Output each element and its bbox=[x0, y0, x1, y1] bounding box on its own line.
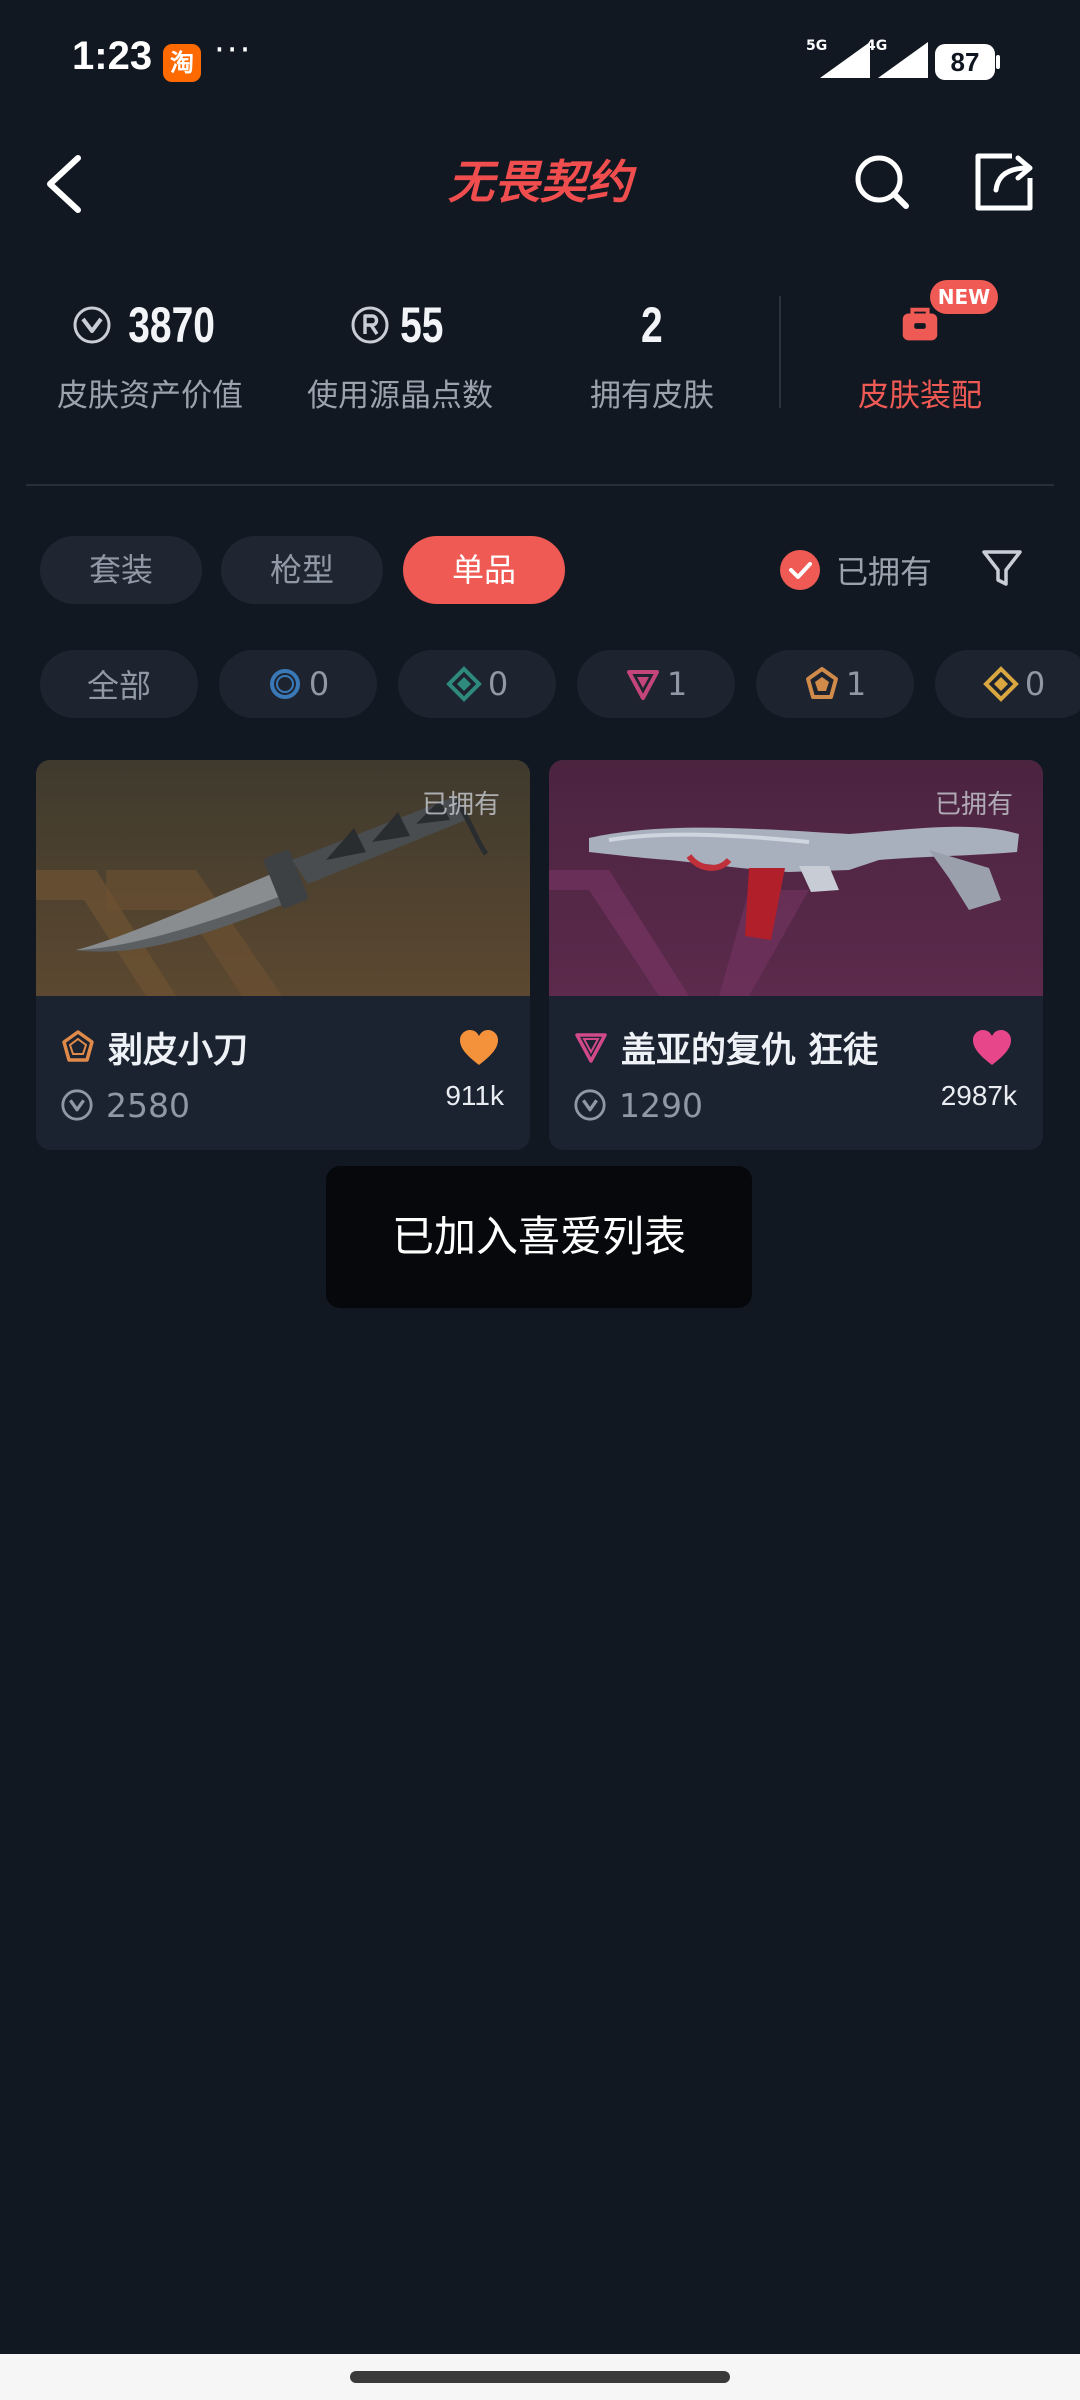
new-badge: NEW bbox=[930, 280, 998, 314]
signal-5g-icon bbox=[820, 42, 870, 78]
rarity-filter-select[interactable]: 0 bbox=[219, 650, 377, 718]
taobao-app-icon: 淘 bbox=[163, 44, 201, 82]
card-title: 盖亚的复仇 狂徒 bbox=[573, 1022, 878, 1072]
tab-single-items[interactable]: 单品 bbox=[403, 536, 565, 604]
rarity-filter-premium[interactable]: 1 bbox=[577, 650, 735, 718]
search-button[interactable] bbox=[852, 152, 912, 212]
owned-toggle-label: 已拥有 bbox=[836, 553, 933, 591]
home-indicator[interactable] bbox=[350, 2371, 730, 2383]
vp-currency-icon bbox=[574, 1089, 606, 1121]
status-time: 1:23 bbox=[72, 34, 153, 78]
equip-label: 皮肤装配 bbox=[858, 378, 982, 414]
skin-card[interactable]: 已拥有 剥皮小刀 2580 911k bbox=[36, 760, 530, 1150]
stat-value: 55 bbox=[400, 297, 444, 353]
rarity-count: 1 bbox=[666, 665, 688, 703]
toast-message: 已加入喜爱列表 bbox=[326, 1166, 752, 1308]
select-tier-icon bbox=[269, 669, 300, 699]
rarity-count: 0 bbox=[487, 665, 509, 703]
premium-tier-icon bbox=[626, 670, 659, 700]
vp-currency-icon bbox=[73, 306, 111, 344]
heart-icon[interactable] bbox=[458, 1028, 500, 1068]
app-logo: 无畏契约 bbox=[448, 155, 632, 209]
rarity-filter-exclusive[interactable]: 1 bbox=[756, 650, 914, 718]
skin-equip-button[interactable]: 皮肤装配 bbox=[810, 292, 1030, 422]
exclusive-tier-icon bbox=[805, 667, 838, 699]
card-title: 剥皮小刀 bbox=[60, 1022, 248, 1072]
tab-weapon-type[interactable]: 枪型 bbox=[221, 536, 383, 604]
owned-label: 已拥有 bbox=[421, 790, 500, 820]
skin-price: 1290 bbox=[619, 1085, 703, 1125]
battery-tip bbox=[996, 55, 1000, 69]
card-price: 2580 bbox=[60, 1082, 190, 1128]
rarity-filter-ultra[interactable]: 0 bbox=[935, 650, 1080, 718]
signal-4g-icon bbox=[878, 42, 928, 78]
rarity-filter-all[interactable]: 全部 bbox=[40, 650, 198, 718]
deluxe-tier-icon bbox=[445, 666, 482, 702]
stat-value: 3870 bbox=[128, 297, 216, 353]
back-button[interactable] bbox=[34, 148, 94, 218]
share-button[interactable] bbox=[972, 150, 1036, 214]
tab-sets[interactable]: 套装 bbox=[40, 536, 202, 604]
filter-icon[interactable] bbox=[980, 546, 1024, 590]
like-count: 911k bbox=[445, 1080, 504, 1111]
section-divider bbox=[26, 484, 1054, 486]
skin-name: 剥皮小刀 bbox=[108, 1030, 249, 1071]
rarity-filter-deluxe[interactable]: 0 bbox=[398, 650, 556, 718]
rarity-filter-label: 全部 bbox=[86, 667, 151, 705]
status-bar: 1:23 淘 ··· 5G 4G 87 bbox=[0, 0, 1080, 120]
stat-label: 使用源晶点数 bbox=[307, 378, 493, 414]
stat-radianite: 55 使用源晶点数 bbox=[300, 292, 500, 422]
vp-currency-icon bbox=[61, 1089, 93, 1121]
card-price: 1290 bbox=[573, 1082, 703, 1128]
premium-tier-icon bbox=[575, 1033, 607, 1063]
exclusive-tier-icon bbox=[62, 1030, 94, 1062]
radianite-icon bbox=[351, 306, 389, 344]
more-notifications-icon: ··· bbox=[214, 30, 253, 70]
skin-price: 2580 bbox=[106, 1085, 190, 1125]
like-count: 2987k bbox=[940, 1080, 1017, 1111]
rarity-count: 0 bbox=[1024, 665, 1046, 703]
battery-icon: 87 bbox=[935, 44, 995, 80]
stat-value: 2 bbox=[641, 297, 663, 353]
rarity-count: 0 bbox=[308, 665, 330, 703]
stat-asset-value: 3870 皮肤资产价值 bbox=[50, 292, 250, 422]
heart-icon[interactable] bbox=[971, 1028, 1013, 1068]
stat-owned-skins: 2 拥有皮肤 bbox=[552, 292, 752, 422]
owned-label: 已拥有 bbox=[934, 790, 1013, 820]
rarity-count: 1 bbox=[845, 665, 867, 703]
ultra-tier-icon bbox=[982, 666, 1019, 702]
owned-toggle[interactable]: 已拥有 bbox=[780, 540, 932, 600]
skin-card[interactable]: 已拥有 盖亚的复仇 狂徒 1290 2987k bbox=[549, 760, 1043, 1150]
check-icon bbox=[780, 550, 820, 590]
stat-label: 拥有皮肤 bbox=[590, 378, 714, 414]
stat-label: 皮肤资产价值 bbox=[57, 378, 243, 414]
skin-name: 盖亚的复仇 狂徒 bbox=[621, 1030, 879, 1071]
stats-divider bbox=[779, 296, 781, 408]
